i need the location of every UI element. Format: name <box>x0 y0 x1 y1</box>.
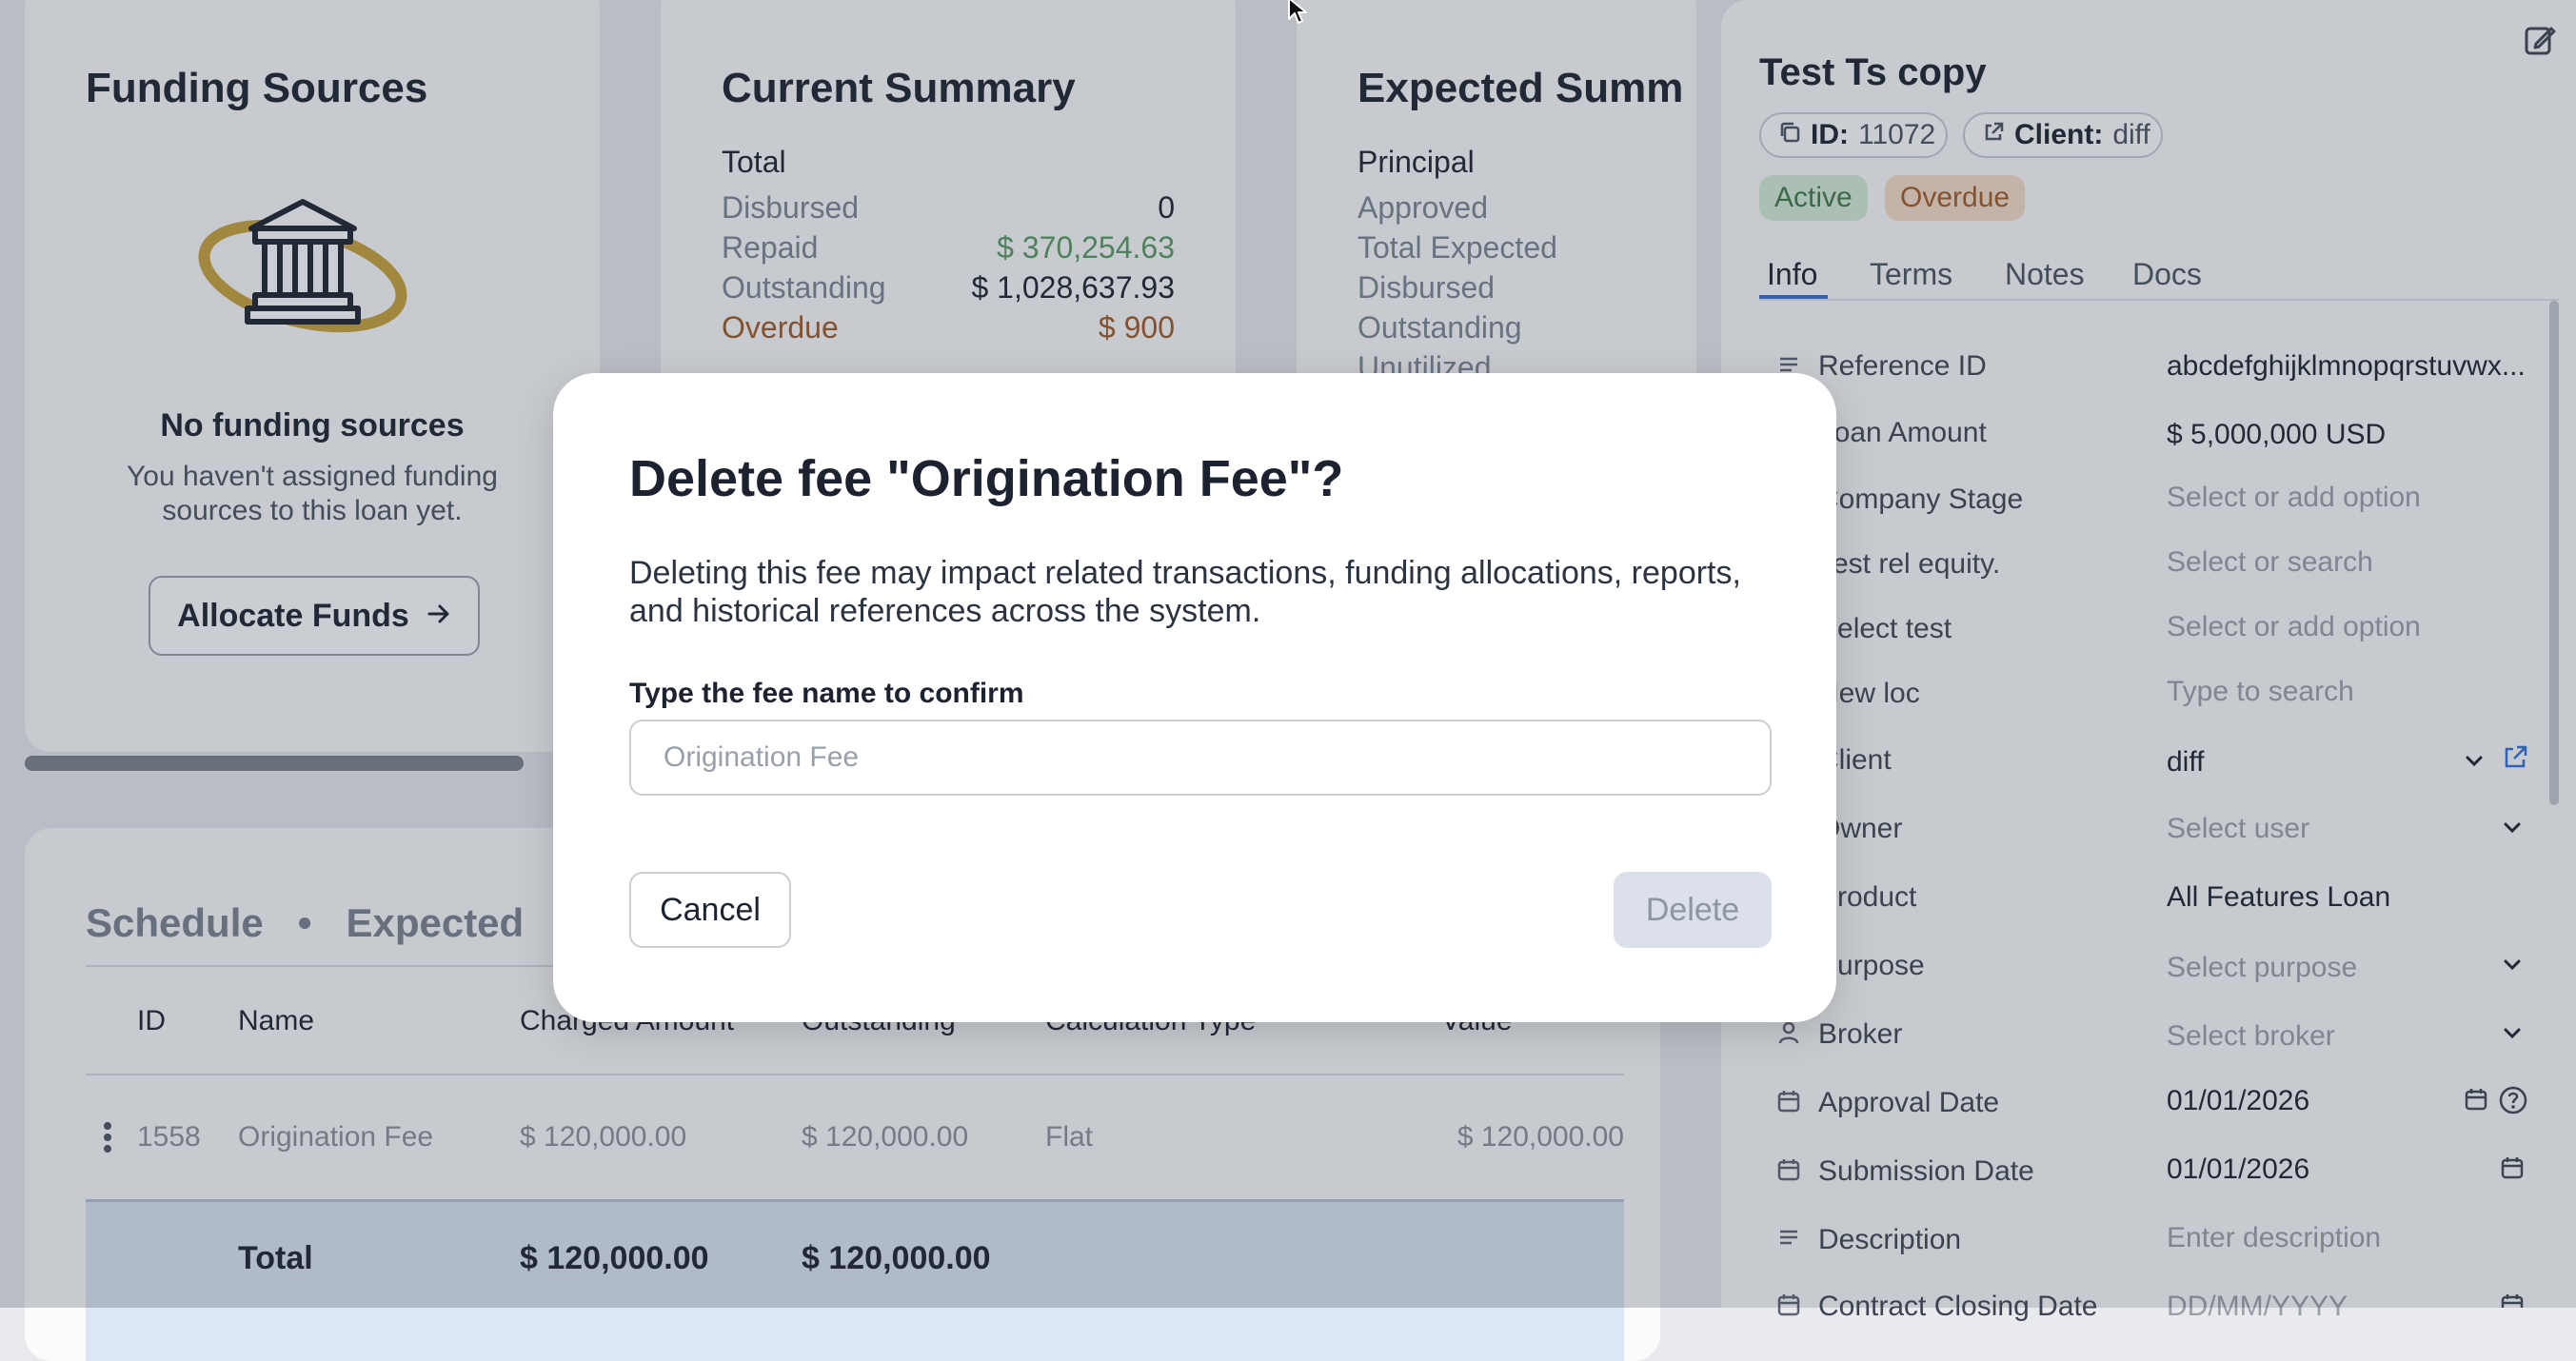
delete-fee-dialog: Delete fee "Origination Fee"? Deleting t… <box>553 373 1836 1022</box>
dialog-body: Deleting this fee may impact related tra… <box>629 555 1741 629</box>
confirm-field-label: Type the fee name to confirm <box>629 678 1024 709</box>
cancel-button[interactable]: Cancel <box>629 872 791 948</box>
delete-button[interactable]: Delete <box>1614 872 1772 948</box>
mouse-cursor-icon <box>1287 0 1310 30</box>
dialog-title: Delete fee "Origination Fee"? <box>629 450 1344 507</box>
confirm-fee-name-input[interactable] <box>629 720 1772 796</box>
